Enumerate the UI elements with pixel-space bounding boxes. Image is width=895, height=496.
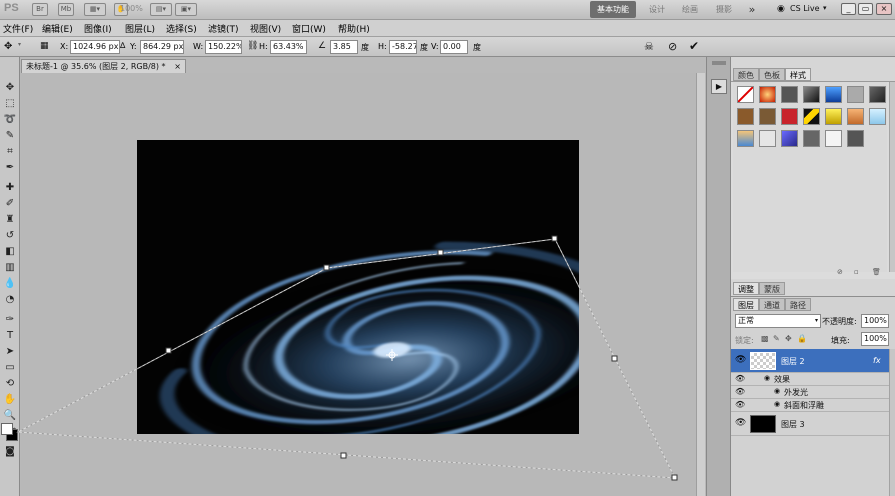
panel-dock-strip: ▶ xyxy=(706,57,730,496)
layer-thumbnail xyxy=(750,352,776,370)
eye-icon[interactable]: 👁 xyxy=(735,387,745,396)
more-workspaces-button[interactable]: » xyxy=(744,1,760,18)
style-swatch[interactable] xyxy=(825,130,842,147)
eye-icon[interactable]: 👁 xyxy=(735,400,745,409)
eye-icon[interactable]: 👁 xyxy=(735,355,746,365)
fill-label: 填充: xyxy=(831,336,850,345)
effect-visibility-icon[interactable]: ◉ xyxy=(774,400,780,408)
styles-grid xyxy=(733,82,887,272)
chevron-down-icon: ▾ xyxy=(814,317,818,324)
clear-style-icon[interactable]: ⊘ xyxy=(837,268,843,276)
cslive-button[interactable]: CS Live xyxy=(790,4,820,13)
dock-grip[interactable] xyxy=(712,61,726,65)
minimize-button[interactable]: _ xyxy=(841,3,856,15)
layer-name[interactable]: 图层 2 xyxy=(781,356,805,367)
layer-fx-badge[interactable]: fx xyxy=(873,356,881,365)
opacity-label: 不透明度: xyxy=(822,317,857,326)
tab-color[interactable]: 颜色 xyxy=(733,68,759,81)
lock-transparency-icon[interactable]: ▩ xyxy=(761,334,769,343)
style-none[interactable] xyxy=(737,86,754,103)
effect-name: 斜面和浮雕 xyxy=(784,401,824,410)
style-swatch[interactable] xyxy=(869,108,886,125)
transform-center-point xyxy=(386,349,398,361)
cslive-icon: ◉ xyxy=(777,4,785,14)
style-swatch[interactable] xyxy=(759,108,776,125)
effects-visibility-icon[interactable]: ◉ xyxy=(764,374,770,382)
layer-row-layer3[interactable]: 👁 图层 3 xyxy=(731,412,895,436)
style-swatch[interactable] xyxy=(825,108,842,125)
style-swatch[interactable] xyxy=(781,86,798,103)
tab-swatches[interactable]: 色板 xyxy=(759,68,785,81)
style-swatch[interactable] xyxy=(781,108,798,125)
style-swatch[interactable] xyxy=(847,130,864,147)
transform-handle-top-right xyxy=(551,235,558,242)
tab-styles[interactable]: 样式 xyxy=(785,68,811,81)
style-swatch[interactable] xyxy=(847,108,864,125)
styles-scrollbar[interactable] xyxy=(889,82,895,272)
lock-label: 锁定: xyxy=(735,336,754,345)
layer-effects-row[interactable]: 👁 ◉ 效果 xyxy=(731,373,895,386)
delete-style-icon[interactable]: 🗑 xyxy=(872,268,881,276)
style-swatch[interactable] xyxy=(803,130,820,147)
lock-image-icon[interactable]: ✎ xyxy=(773,334,780,343)
effect-name: 外发光 xyxy=(784,388,808,397)
opacity-field[interactable]: 100% xyxy=(861,314,889,328)
layer-name[interactable]: 图层 3 xyxy=(781,419,805,430)
layers-panel: 图层 通道 路径 正常 ▾ 不透明度: 100% 锁定: ▩ ✎ ✥ 🔒 填充:… xyxy=(731,296,895,496)
transform-handle-bottom-mid xyxy=(340,452,347,459)
tab-layers[interactable]: 图层 xyxy=(733,298,759,311)
new-style-icon[interactable]: ▫ xyxy=(854,268,859,276)
close-window-button[interactable]: × xyxy=(876,3,892,15)
style-swatch[interactable] xyxy=(759,86,776,103)
blend-mode-select[interactable]: 正常 ▾ xyxy=(735,314,821,328)
transform-handle-top-left xyxy=(323,264,330,271)
styles-panel: ⊘ ▫ 🗑 xyxy=(731,81,895,279)
effect-row-outer-glow[interactable]: 👁 ◉ 外发光 xyxy=(731,386,895,399)
style-swatch[interactable] xyxy=(869,86,886,103)
lock-all-icon[interactable]: 🔒 xyxy=(797,334,807,343)
panels-column: 颜色 色板 样式 ⊘ ▫ 🗑 调整 蒙版 图层 通道 路径 正常 ▾ 不透明度:… xyxy=(730,57,895,496)
fill-field[interactable]: 100% xyxy=(861,332,889,346)
style-swatch[interactable] xyxy=(781,130,798,147)
cslive-dropdown-icon[interactable]: ▾ xyxy=(823,4,827,12)
transform-handle-left-mid xyxy=(165,347,172,354)
tab-channels[interactable]: 通道 xyxy=(759,298,785,311)
transform-handle-top-mid xyxy=(437,249,444,256)
layer-row-layer2[interactable]: 👁 图层 2 fx xyxy=(731,349,895,373)
transform-overlay xyxy=(16,235,678,481)
effects-label: 效果 xyxy=(774,375,790,384)
blend-mode-value: 正常 xyxy=(738,316,754,325)
tab-masks[interactable]: 蒙版 xyxy=(759,282,785,295)
eye-icon[interactable]: 👁 xyxy=(735,418,746,428)
effect-row-bevel-emboss[interactable]: 👁 ◉ 斜面和浮雕 xyxy=(731,399,895,412)
style-swatch[interactable] xyxy=(737,130,754,147)
tab-paths[interactable]: 路径 xyxy=(785,298,811,311)
lock-position-icon[interactable]: ✥ xyxy=(785,334,792,343)
restore-button[interactable]: ▭ xyxy=(858,3,873,15)
style-swatch[interactable] xyxy=(847,86,864,103)
eye-icon[interactable]: 👁 xyxy=(735,374,745,383)
layer-thumbnail xyxy=(750,415,776,433)
transform-handle-bottom-right xyxy=(671,474,678,481)
layers-scrollbar[interactable] xyxy=(889,349,895,496)
style-swatch[interactable] xyxy=(803,108,820,125)
effect-visibility-icon[interactable]: ◉ xyxy=(774,387,780,395)
style-swatch[interactable] xyxy=(759,130,776,147)
transform-handle-right-mid xyxy=(611,355,618,362)
workspace-photography-button[interactable]: 摄影 xyxy=(710,1,738,18)
style-swatch[interactable] xyxy=(803,86,820,103)
tab-adjustments[interactable]: 调整 xyxy=(733,282,759,295)
style-swatch[interactable] xyxy=(737,108,754,125)
style-swatch[interactable] xyxy=(825,86,842,103)
history-panel-icon[interactable]: ▶ xyxy=(711,79,727,94)
